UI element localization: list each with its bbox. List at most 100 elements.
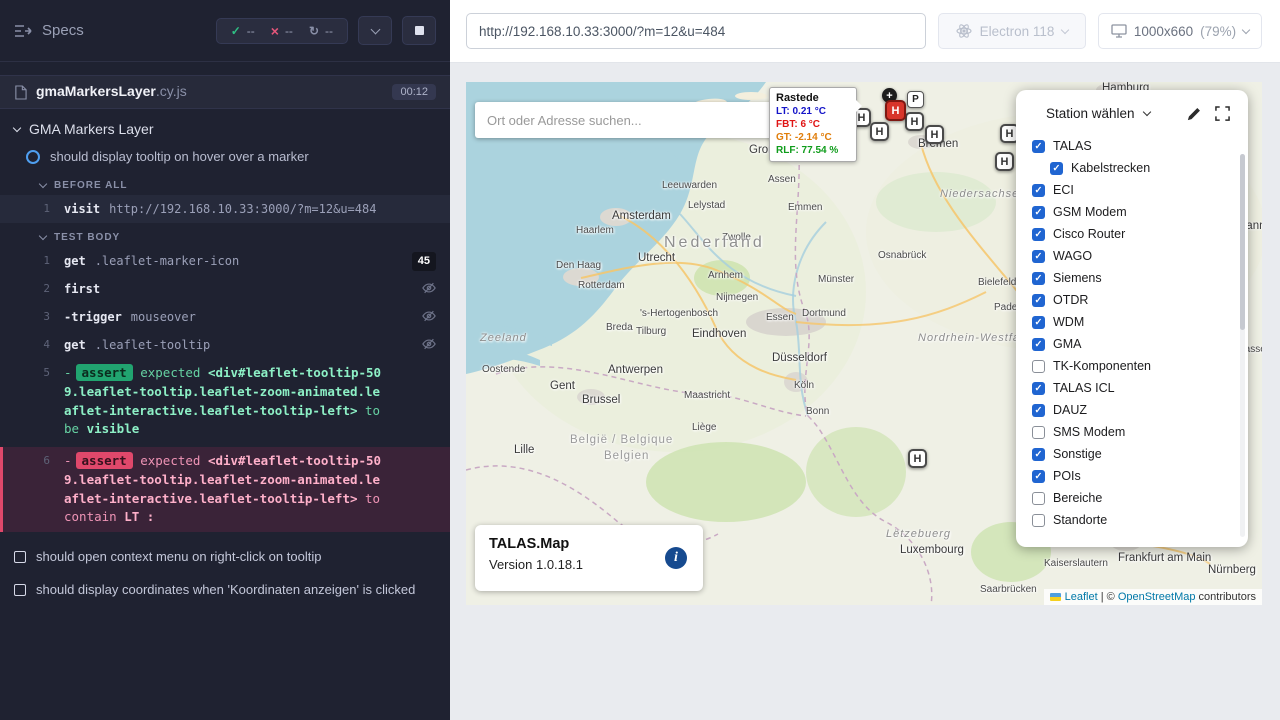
specs-title: Specs [42, 22, 84, 39]
command-assert[interactable]: 6-assert expected <div#leaflet-tooltip-5… [0, 447, 450, 532]
map-search-input[interactable] [475, 102, 775, 138]
station-marker[interactable]: H [908, 449, 927, 468]
section-label: TEST BODY [54, 232, 120, 243]
chevron-down-icon [370, 24, 380, 34]
test-item[interactable]: should display coordinates when 'Koordin… [0, 573, 450, 606]
station-marker[interactable]: H [905, 112, 924, 131]
leaflet-map[interactable]: GroningenLeeuwardenAssenEmmenZwolleLelys… [466, 82, 1262, 605]
station-filter-item[interactable]: ✓WDM [1016, 311, 1248, 333]
edit-icon[interactable] [1187, 107, 1201, 121]
station-filter-item[interactable]: TK-Komponenten [1016, 355, 1248, 377]
command-line-number: 2 [26, 281, 50, 298]
station-filter-item[interactable]: ✓ Sonstige [1016, 443, 1248, 465]
station-marker-active[interactable]: H [885, 100, 906, 121]
command-row[interactable]: 1get.leaflet-marker-icon45 [0, 247, 450, 275]
panel-scrollbar[interactable] [1240, 154, 1245, 537]
station-filter-item[interactable]: ✓GSM Modem [1016, 201, 1248, 223]
tooltip-measurement: LT: 0.21 °C [776, 105, 850, 118]
station-filter-item[interactable]: Standorte [1016, 509, 1248, 531]
station-filter-item[interactable]: ✓ Cisco Router [1016, 223, 1248, 245]
station-filter-label: POIs [1053, 469, 1081, 483]
station-select[interactable]: Station wählen [1046, 106, 1135, 121]
specs-menu-icon[interactable] [14, 24, 32, 38]
marker-tooltip[interactable]: Rastede LT: 0.21 °CFBT: 6 °CGT: -2.14 °C… [769, 87, 857, 162]
station-filter-item[interactable]: ✓ECI [1016, 179, 1248, 201]
command-assert[interactable]: 5-assert expected <div#leaflet-tooltip-5… [0, 359, 450, 444]
command-row[interactable]: 4get.leaflet-tooltip [0, 331, 450, 359]
test-body-commands: 1get.leaflet-marker-icon45 2 first 3 -trigge… [0, 247, 450, 532]
checkbox-checked[interactable]: ✓ [1032, 184, 1045, 197]
test-body-header[interactable]: TEST BODY [0, 223, 450, 247]
leaflet-link[interactable]: Leaflet [1065, 591, 1098, 603]
info-icon[interactable]: i [665, 547, 687, 569]
parking-marker[interactable]: P [907, 91, 924, 108]
station-filter-label: GMA [1053, 337, 1081, 351]
command-row[interactable]: 2 first [0, 275, 450, 303]
viewport-selector[interactable]: 1000x660 (79%) [1098, 13, 1262, 49]
scrollbar-thumb[interactable] [1240, 154, 1245, 330]
station-filter-item[interactable]: ✓ POIs [1016, 465, 1248, 487]
station-filter-item[interactable]: ✓TALAS [1016, 135, 1248, 157]
station-filter-item[interactable]: Bereiche [1016, 487, 1248, 509]
station-filter-label: TALAS ICL [1053, 381, 1115, 395]
checkbox-checked[interactable]: ✓ [1032, 250, 1045, 263]
spec-file-icon [14, 85, 27, 100]
command-row[interactable]: 1visithttp://192.168.10.33:3000/?m=12&u=… [0, 195, 450, 223]
station-filter-item[interactable]: ✓ DAUZ [1016, 399, 1248, 421]
tooltip-title: Rastede [776, 92, 850, 105]
checkbox-unchecked[interactable] [1032, 514, 1045, 527]
collapse-button[interactable] [358, 16, 392, 45]
checkbox-unchecked[interactable] [1032, 360, 1045, 373]
station-filter-label: Sonstige [1053, 447, 1102, 461]
checkbox-checked[interactable]: ✓ [1032, 338, 1045, 351]
station-marker[interactable]: H [995, 152, 1014, 171]
before-all-commands: 1visithttp://192.168.10.33:3000/?m=12&u=… [0, 195, 450, 223]
station-filter-item[interactable]: ✓WAGO [1016, 245, 1248, 267]
eye-slash-icon [422, 281, 436, 300]
tooltip-measurements: LT: 0.21 °CFBT: 6 °CGT: -2.14 °CRLF: 77.… [776, 105, 850, 157]
station-filter-item[interactable]: ✓ TALAS ICL [1016, 377, 1248, 399]
checkbox-checked[interactable]: ✓ [1032, 404, 1045, 417]
station-filter-item[interactable]: ✓OTDR [1016, 289, 1248, 311]
station-filter-panel: Station wählen ✓TALAS✓Kabelstrecken✓ECI✓… [1016, 90, 1248, 547]
checkbox-unchecked[interactable] [1032, 426, 1045, 439]
before-all-header[interactable]: BEFORE ALL [0, 171, 450, 195]
test-item-active[interactable]: should display tooltip on hover over a m… [0, 142, 450, 171]
checkbox-checked[interactable]: ✓ [1032, 294, 1045, 307]
assert-badge: assert [76, 452, 133, 469]
station-marker[interactable]: H [870, 122, 889, 141]
station-filter-label: Standorte [1053, 513, 1107, 527]
checkbox-checked[interactable]: ✓ [1032, 206, 1045, 219]
station-filter-item[interactable]: ✓Kabelstrecken [1016, 157, 1248, 179]
preview-header: Electron 118 1000x660 (79%) [450, 0, 1280, 63]
checkbox-checked[interactable]: ✓ [1032, 228, 1045, 241]
command-name: -trigger [64, 310, 122, 324]
checkbox-checked[interactable]: ✓ [1032, 382, 1045, 395]
suite-header[interactable]: GMA Markers Layer [0, 109, 450, 142]
checkbox-checked[interactable]: ✓ [1032, 316, 1045, 329]
station-filter-item[interactable]: ✓Siemens [1016, 267, 1248, 289]
station-filter-label: Cisco Router [1053, 227, 1125, 241]
checkbox-checked[interactable]: ✓ [1032, 140, 1045, 153]
checkbox-unchecked[interactable] [1032, 492, 1045, 505]
station-list: ✓TALAS✓Kabelstrecken✓ECI✓GSM Modem✓Cisco… [1016, 131, 1248, 531]
checkbox-checked[interactable]: ✓ [1032, 470, 1045, 483]
checkbox-checked[interactable]: ✓ [1032, 272, 1045, 285]
station-filter-item[interactable]: SMS Modem [1016, 421, 1248, 443]
stop-button[interactable] [402, 16, 436, 45]
spec-file[interactable]: gmaMarkersLayer.cy.js 00:12 [0, 75, 450, 109]
checkbox-checked[interactable]: ✓ [1050, 162, 1063, 175]
command-name: first [64, 282, 100, 296]
station-filter-label: DAUZ [1053, 403, 1087, 417]
command-line-number: 3 [26, 309, 50, 326]
expand-icon[interactable] [1215, 106, 1230, 121]
station-marker[interactable]: H [925, 125, 944, 144]
command-row[interactable]: 3-triggermouseover [0, 303, 450, 331]
url-input[interactable] [466, 13, 926, 49]
test-item[interactable]: should open context menu on right-click … [0, 540, 450, 573]
osm-link[interactable]: OpenStreetMap [1118, 591, 1196, 603]
checkbox-checked[interactable]: ✓ [1032, 448, 1045, 461]
browser-selector[interactable]: Electron 118 [938, 13, 1086, 49]
app-title: TALAS.Map [489, 536, 689, 552]
station-filter-item[interactable]: ✓ GMA [1016, 333, 1248, 355]
